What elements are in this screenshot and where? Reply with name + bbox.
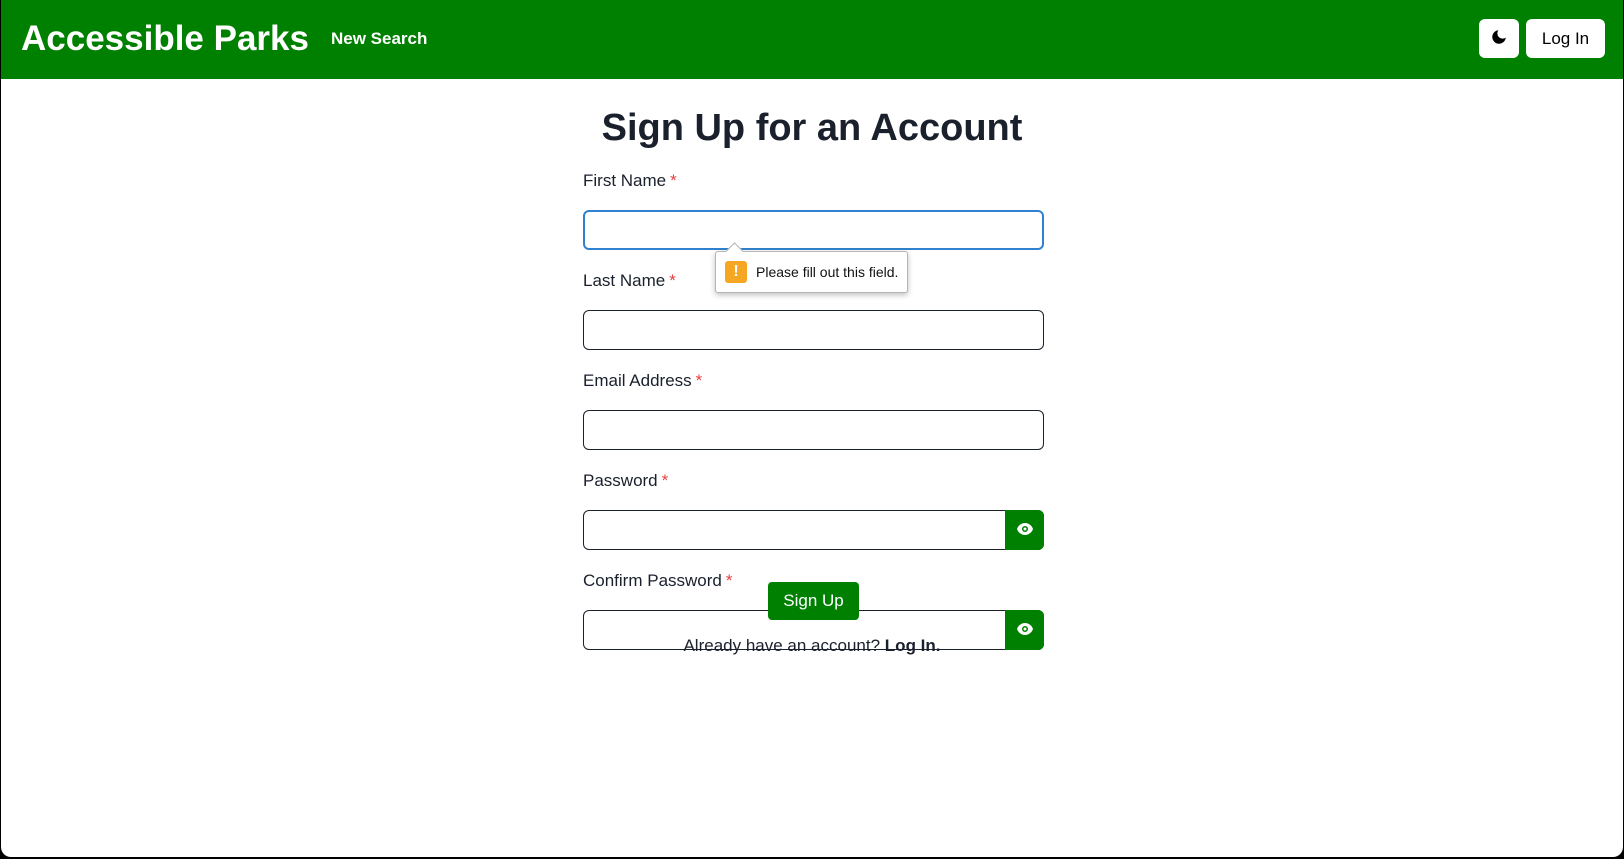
login-button[interactable]: Log In xyxy=(1526,19,1605,58)
brand-title[interactable]: Accessible Parks xyxy=(21,17,309,61)
password-input[interactable] xyxy=(583,510,1044,550)
required-marker: * xyxy=(695,371,703,390)
moon-icon xyxy=(1490,28,1508,49)
password-group xyxy=(583,510,1044,550)
email-input[interactable] xyxy=(583,410,1044,450)
show-password-button[interactable] xyxy=(1005,510,1044,550)
browser-page: Accessible Parks New Search Log In Sign … xyxy=(1,0,1623,857)
new-search-link[interactable]: New Search xyxy=(331,28,427,50)
login-prompt: Already have an account? Log In. xyxy=(1,635,1623,657)
page-title: Sign Up for an Account xyxy=(601,107,1023,149)
first-name-field: First Name * xyxy=(583,170,1044,250)
last-name-input[interactable] xyxy=(583,310,1044,350)
warning-icon: ! xyxy=(725,261,747,283)
required-marker: * xyxy=(670,171,677,190)
theme-toggle-button[interactable] xyxy=(1479,19,1519,58)
password-field: Password * xyxy=(583,470,1044,550)
first-name-label: First Name * xyxy=(583,171,677,190)
validation-tooltip: ! Please fill out this field. xyxy=(715,251,909,293)
email-label: Email Address * xyxy=(583,371,703,390)
login-prompt-text: Already have an account? xyxy=(683,636,881,655)
first-name-input[interactable] xyxy=(583,210,1044,250)
password-label: Password * xyxy=(583,471,669,490)
login-link[interactable]: Log In. xyxy=(885,636,941,655)
navbar: Accessible Parks New Search Log In xyxy=(1,0,1623,79)
email-field: Email Address * xyxy=(583,370,1044,450)
signup-button[interactable]: Sign Up xyxy=(768,582,859,620)
validation-message: Please fill out this field. xyxy=(756,264,899,280)
eye-icon xyxy=(1016,522,1033,538)
required-marker: * xyxy=(661,471,669,490)
required-marker: * xyxy=(725,571,733,590)
required-marker: * xyxy=(669,271,676,290)
